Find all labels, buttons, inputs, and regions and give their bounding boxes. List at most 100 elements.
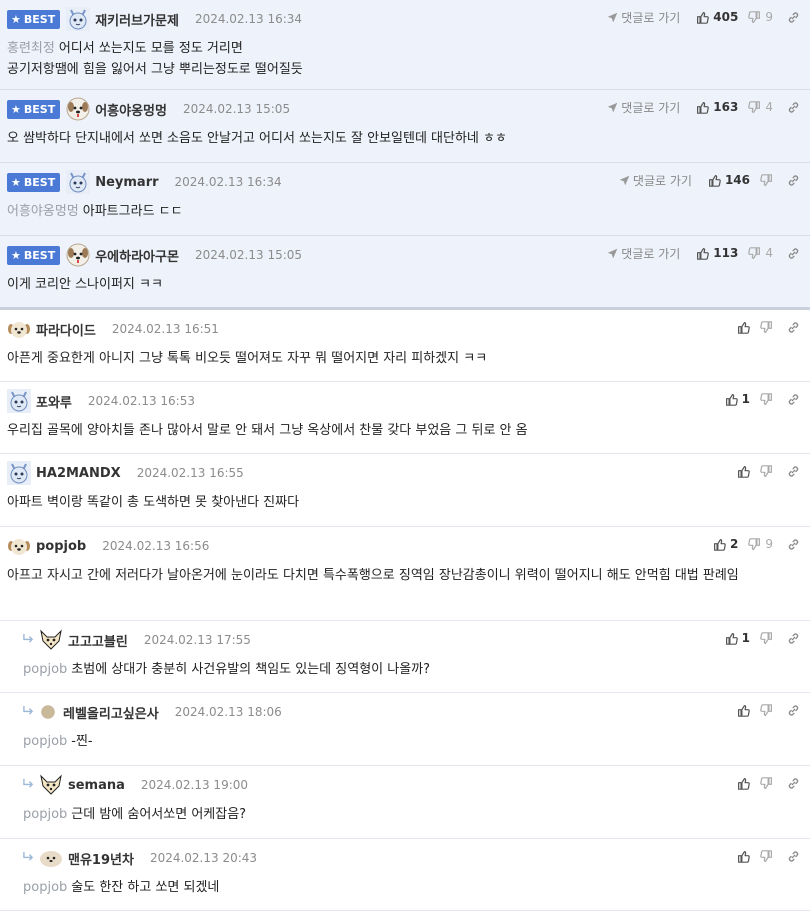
nickname[interactable]: semana bbox=[68, 778, 125, 793]
upvote-button[interactable]: 113 bbox=[696, 246, 738, 260]
downvote-button[interactable] bbox=[760, 631, 773, 645]
comment-date: 2024.02.13 20:43 bbox=[149, 851, 258, 865]
comment-body: 아픈게 중요한게 아니지 그냥 톡톡 비오듯 떨어져도 자꾸 뭐 떨어지면 자리… bbox=[7, 348, 800, 369]
comment-actions bbox=[727, 766, 800, 800]
downvote-count: 4 bbox=[765, 246, 773, 260]
avatar[interactable] bbox=[39, 773, 63, 797]
upvote-button[interactable]: 2 bbox=[713, 537, 738, 551]
link-icon[interactable] bbox=[787, 777, 800, 790]
goto-comment-link[interactable]: 댓글로 가기 bbox=[619, 172, 692, 189]
comment-header: 맨유19년차 2024.02.13 20:43 bbox=[23, 839, 257, 877]
nickname[interactable]: Neymarr bbox=[95, 175, 158, 190]
nickname[interactable]: 재키러브가문제 bbox=[95, 10, 179, 29]
comment-header: ★ BEST Neymarr 2024.02.13 16:34 bbox=[7, 163, 282, 201]
avatar[interactable] bbox=[39, 846, 63, 870]
upvote-button[interactable]: 146 bbox=[708, 173, 750, 187]
nickname[interactable]: popjob bbox=[36, 539, 86, 554]
goto-comment-link[interactable]: 댓글로 가기 bbox=[607, 245, 680, 262]
comment-list: ★ BEST 재키러브가문제 2024.02.13 16:34 댓글로 가기 405 9 홍련… bbox=[0, 0, 810, 911]
mention[interactable]: 홍련최정 bbox=[7, 41, 55, 56]
nickname[interactable]: 어흥야옹멍멍 bbox=[95, 100, 167, 119]
link-icon[interactable] bbox=[787, 174, 800, 187]
link-icon[interactable] bbox=[787, 247, 800, 260]
downvote-button[interactable] bbox=[760, 173, 773, 187]
downvote-button[interactable]: 4 bbox=[748, 246, 773, 260]
upvote-button[interactable] bbox=[737, 704, 750, 717]
downvote-button[interactable] bbox=[760, 464, 773, 478]
nickname[interactable]: 우에하라아구몬 bbox=[95, 246, 179, 265]
goto-comment-label: 댓글로 가기 bbox=[621, 100, 681, 115]
downvote-button[interactable] bbox=[760, 392, 773, 406]
link-icon[interactable] bbox=[787, 101, 800, 114]
comment-actions bbox=[727, 693, 800, 727]
goto-comment-link[interactable]: 댓글로 가기 bbox=[607, 9, 680, 26]
comment-actions: 1 bbox=[715, 382, 800, 416]
mention[interactable]: popjob bbox=[23, 880, 67, 895]
upvote-button[interactable] bbox=[737, 321, 750, 334]
comment-text: 아파트그라드 ㄷㄷ bbox=[82, 204, 183, 219]
upvote-button[interactable] bbox=[737, 465, 750, 478]
upvote-button[interactable]: 405 bbox=[696, 10, 738, 24]
mention[interactable]: popjob bbox=[23, 807, 67, 822]
avatar[interactable] bbox=[39, 628, 63, 652]
best-badge: ★ BEST bbox=[7, 172, 61, 192]
downvote-button[interactable] bbox=[760, 776, 773, 790]
mention[interactable]: popjob bbox=[23, 734, 67, 749]
upvote-count: 113 bbox=[713, 246, 739, 260]
link-icon[interactable] bbox=[787, 321, 800, 334]
link-icon[interactable] bbox=[787, 393, 800, 406]
avatar[interactable] bbox=[66, 170, 91, 194]
comment-actions bbox=[727, 454, 800, 488]
avatar[interactable] bbox=[66, 243, 90, 267]
goto-comment-link[interactable]: 댓글로 가기 bbox=[607, 99, 680, 116]
comment-body: 이게 코리안 스나이퍼지 ㅋㅋ bbox=[7, 274, 800, 295]
upvote-button[interactable]: 1 bbox=[725, 392, 750, 406]
nickname[interactable]: 파라다이드 bbox=[36, 320, 96, 339]
avatar[interactable] bbox=[66, 97, 90, 121]
comment-date: 2024.02.13 19:00 bbox=[140, 778, 249, 792]
mention[interactable]: popjob bbox=[23, 662, 67, 677]
link-icon[interactable] bbox=[787, 465, 800, 478]
mention[interactable]: 어흥야옹멍멍 bbox=[7, 204, 79, 219]
downvote-count: 9 bbox=[765, 537, 773, 551]
nickname[interactable]: 고고고블린 bbox=[68, 631, 128, 650]
comment: 포와루 2024.02.13 16:53 1 우리집 골목에 양아치들 존나 많아서 … bbox=[0, 382, 810, 454]
nickname[interactable]: 맨유19년차 bbox=[68, 849, 134, 868]
link-icon[interactable] bbox=[787, 632, 800, 645]
goto-comment-label: 댓글로 가기 bbox=[621, 10, 681, 25]
upvote-button[interactable] bbox=[737, 777, 750, 790]
link-icon[interactable] bbox=[787, 538, 800, 551]
link-icon[interactable] bbox=[787, 850, 800, 863]
reply-comment: 고고고블린 2024.02.13 17:55 1 popjob 초범에 상대가 충분히 … bbox=[0, 621, 810, 693]
avatar[interactable] bbox=[66, 7, 91, 31]
downvote-count: 4 bbox=[765, 100, 773, 114]
downvote-button[interactable] bbox=[760, 320, 773, 334]
comment-text: 아픈게 중요한게 아니지 그냥 톡톡 비오듯 떨어져도 자꾸 뭐 떨어지면 자리… bbox=[7, 351, 488, 366]
upvote-button[interactable]: 1 bbox=[725, 631, 750, 645]
reply-comment: semana 2024.02.13 19:00 popjob 근데 밤에 숨어서쏘면 … bbox=[0, 766, 810, 839]
downvote-button[interactable]: 9 bbox=[748, 537, 773, 551]
upvote-button[interactable] bbox=[737, 850, 750, 863]
downvote-button[interactable] bbox=[760, 849, 773, 863]
downvote-button[interactable] bbox=[760, 703, 773, 717]
upvote-count: 405 bbox=[713, 10, 739, 24]
comment-actions: 댓글로 가기 113 4 bbox=[607, 236, 800, 270]
avatar[interactable] bbox=[7, 534, 31, 558]
downvote-button[interactable]: 9 bbox=[748, 10, 773, 24]
link-icon[interactable] bbox=[787, 704, 800, 717]
comment: popjob 2024.02.13 16:56 2 9 아프고 자시고 간에 저러다가 … bbox=[0, 527, 810, 621]
upvote-button[interactable]: 163 bbox=[696, 100, 738, 114]
nickname[interactable]: 레벨올리고싶은사 bbox=[63, 703, 159, 722]
avatar[interactable] bbox=[7, 317, 31, 341]
nickname[interactable]: HA2MANDX bbox=[36, 466, 121, 481]
best-comment: ★ BEST Neymarr 2024.02.13 16:34 댓글로 가기 146 어흥야… bbox=[0, 163, 810, 236]
link-icon[interactable] bbox=[787, 11, 800, 24]
avatar[interactable] bbox=[7, 461, 31, 485]
downvote-count: 9 bbox=[765, 10, 773, 24]
downvote-button[interactable]: 4 bbox=[748, 100, 773, 114]
comment-actions: 댓글로 가기 146 bbox=[619, 163, 800, 197]
star-icon: ★ bbox=[11, 175, 21, 189]
avatar[interactable] bbox=[7, 389, 31, 413]
nickname[interactable]: 포와루 bbox=[36, 392, 72, 411]
avatar[interactable] bbox=[39, 703, 57, 721]
